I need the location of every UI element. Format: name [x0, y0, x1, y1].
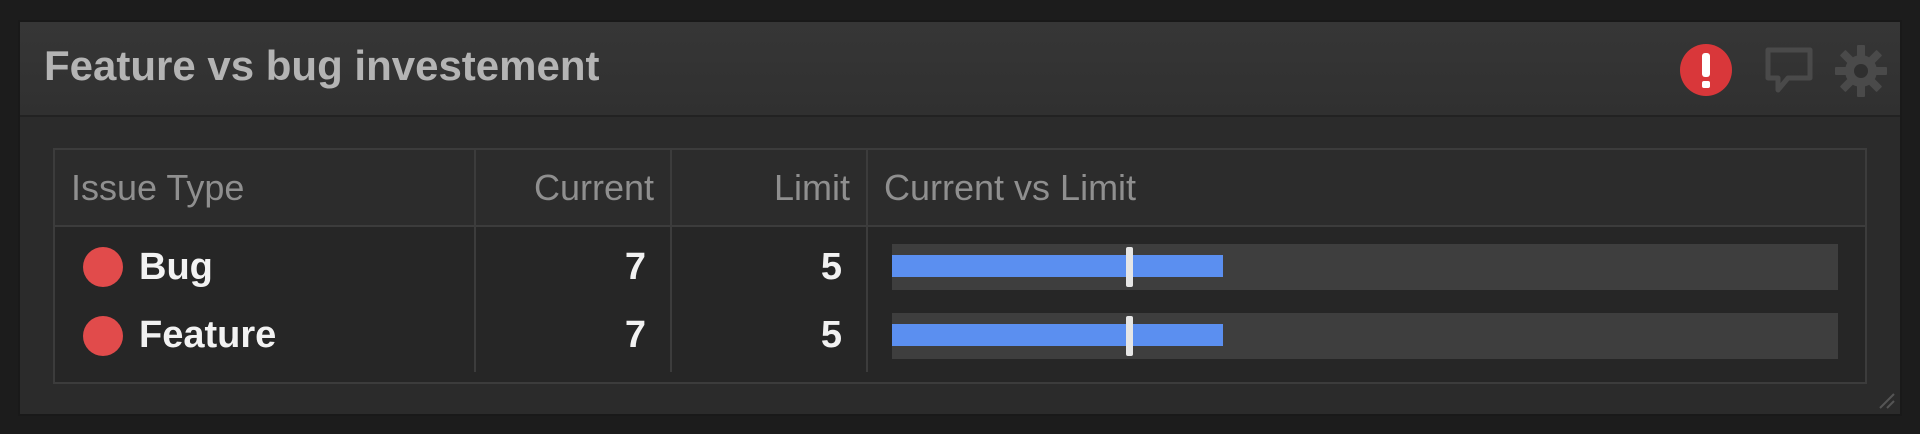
gear-icon[interactable]: [1834, 44, 1888, 98]
comment-icon[interactable]: [1762, 44, 1816, 98]
issue-type-label[interactable]: Bug: [139, 246, 213, 289]
column-header-limit[interactable]: Limit: [671, 150, 868, 226]
status-dot-icon: [83, 315, 123, 356]
limit-marker: [1125, 315, 1133, 356]
resize-handle-icon[interactable]: [1876, 390, 1896, 410]
current-value: 7: [475, 226, 672, 299]
comparison-bar: [892, 312, 1838, 359]
comparison-bar: [892, 244, 1838, 290]
current-bar-fill: [892, 323, 1224, 346]
column-header-current[interactable]: Current: [475, 150, 672, 226]
gadget-title: Feature vs bug investement: [44, 42, 600, 89]
limit-value: 5: [671, 299, 868, 372]
limit-marker: [1125, 247, 1133, 287]
column-header-current-vs-limit[interactable]: Current vs Limit: [867, 150, 1865, 226]
current-bar-fill: [892, 255, 1224, 277]
status-dot-icon: [83, 247, 123, 287]
issue-table: Issue Type Current Limit Current vs Limi…: [53, 148, 1867, 384]
issue-type-label[interactable]: Feature: [139, 314, 276, 357]
table-row: Bug 7 5: [55, 226, 1865, 299]
limit-value: 5: [671, 226, 868, 299]
gadget-header: Feature vs bug investement: [20, 22, 1900, 117]
alert-icon[interactable]: [1680, 44, 1734, 98]
table-row: Feature 7 5: [55, 299, 1865, 372]
gadget-panel: Feature vs bug investement Issue Type Cu…: [18, 20, 1902, 416]
current-value: 7: [475, 299, 672, 372]
column-header-issue-type[interactable]: Issue Type: [55, 150, 476, 226]
table-header-row: Issue Type Current Limit Current vs Limi…: [55, 150, 1865, 226]
